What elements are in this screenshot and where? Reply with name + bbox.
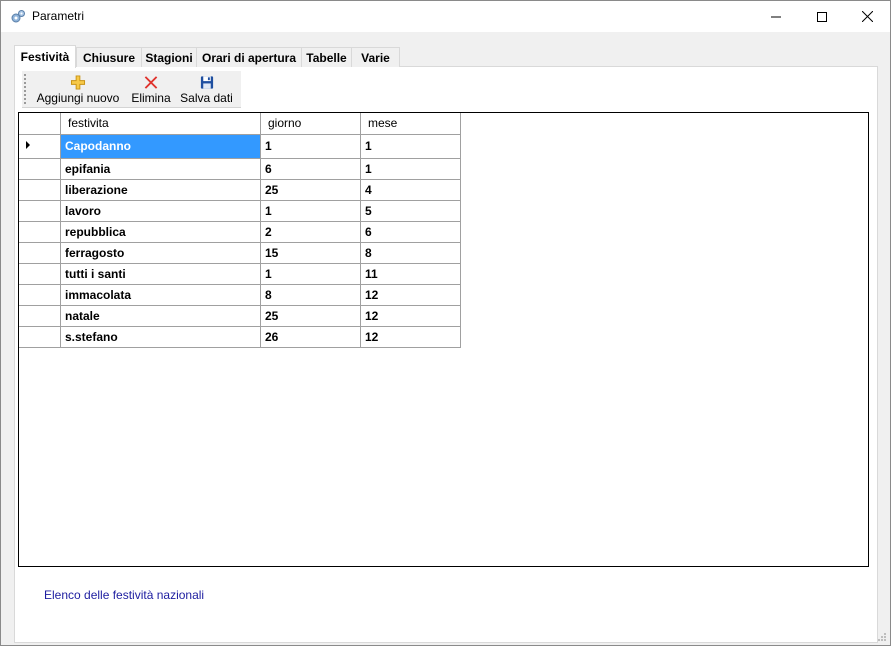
tab-orari-di-apertura[interactable]: Orari di apertura [196, 47, 302, 67]
tab-label: Tabelle [306, 50, 347, 65]
table-row[interactable]: Capodanno 1 1 [19, 133, 461, 159]
cell-mese[interactable]: 11 [360, 262, 461, 285]
table-row[interactable]: natale 25 12 [19, 304, 461, 327]
minimize-button[interactable] [753, 1, 799, 32]
table-row[interactable]: repubblica 2 6 [19, 220, 461, 243]
resize-grip-icon[interactable] [877, 632, 887, 642]
cell-mese[interactable]: 6 [360, 220, 461, 243]
tab-label: Chiusure [82, 50, 135, 65]
cell-giorno[interactable]: 2 [260, 220, 361, 243]
close-icon [861, 11, 873, 22]
cell-festivita[interactable]: tutti i santi [60, 262, 261, 285]
tab-varie[interactable]: Varie [351, 47, 400, 67]
table-row[interactable]: epifania 6 1 [19, 157, 461, 180]
close-button[interactable] [844, 1, 890, 32]
row-header[interactable] [19, 325, 61, 348]
cell-mese[interactable]: 1 [360, 157, 461, 180]
cell-festivita[interactable]: natale [60, 304, 261, 327]
tab-stagioni[interactable]: Stagioni [141, 47, 197, 67]
row-header[interactable] [19, 199, 61, 222]
row-header[interactable] [19, 133, 61, 159]
save-button[interactable]: Salva dati [180, 73, 233, 105]
tab-label: Orari di apertura [201, 50, 297, 65]
cell-mese[interactable]: 12 [360, 283, 461, 306]
cell-festivita[interactable]: Capodanno [60, 133, 261, 159]
tab-label: Festività [20, 50, 70, 64]
tab-label: Stagioni [145, 50, 193, 65]
gears-app-icon [11, 10, 25, 23]
cell-festivita[interactable]: lavoro [60, 199, 261, 222]
holidays-data-grid[interactable]: festivita giorno mese Capodanno 1 1 epifani… [18, 112, 869, 567]
column-header-festivita[interactable]: festivita [60, 113, 261, 135]
cell-festivita[interactable]: s.stefano [60, 325, 261, 348]
holidays-table: festivita giorno mese Capodanno 1 1 epifani… [19, 113, 461, 348]
current-row-arrow-icon [26, 140, 30, 149]
minimize-icon [771, 16, 781, 17]
add-new-label: Aggiungi nuovo [36, 91, 120, 105]
description-label: Elenco delle festività nazionali [44, 588, 205, 602]
row-header[interactable] [19, 157, 61, 180]
tab-label: Varie [361, 50, 390, 65]
cell-festivita[interactable]: ferragosto [60, 241, 261, 264]
row-header[interactable] [19, 220, 61, 243]
header-row: festivita giorno mese [19, 113, 461, 135]
table-row[interactable]: tutti i santi 1 11 [19, 262, 461, 285]
toolbar-grip[interactable] [24, 74, 26, 104]
cell-giorno[interactable]: 1 [260, 199, 361, 222]
cell-giorno[interactable]: 1 [260, 262, 361, 285]
table-row[interactable]: s.stefano 26 12 [19, 325, 461, 348]
cell-festivita[interactable]: liberazione [60, 178, 261, 201]
row-header[interactable] [19, 178, 61, 201]
table-row[interactable]: ferragosto 15 8 [19, 241, 461, 264]
tab-tabelle[interactable]: Tabelle [301, 47, 352, 67]
cell-giorno[interactable]: 26 [260, 325, 361, 348]
add-new-button[interactable]: Aggiungi nuovo [34, 73, 122, 105]
x-icon [144, 76, 158, 89]
column-header-mese[interactable]: mese [360, 113, 461, 135]
plus-icon [70, 75, 86, 90]
cell-giorno[interactable]: 8 [260, 283, 361, 306]
tab-chiusure[interactable]: Chiusure [76, 47, 142, 67]
row-header[interactable] [19, 304, 61, 327]
delete-button[interactable]: Elimina [129, 73, 173, 105]
cell-giorno[interactable]: 6 [260, 157, 361, 180]
window-title: Parametri [32, 9, 85, 23]
cell-giorno[interactable]: 25 [260, 304, 361, 327]
table-row[interactable]: liberazione 25 4 [19, 178, 461, 201]
parametri-window: Parametri Festività Chiusure Stagioni Or… [0, 0, 891, 646]
delete-label: Elimina [131, 91, 171, 105]
row-header-corner[interactable] [19, 113, 61, 135]
maximize-button[interactable] [799, 1, 845, 32]
cell-mese[interactable]: 4 [360, 178, 461, 201]
cell-giorno[interactable]: 1 [260, 133, 361, 159]
cell-festivita[interactable]: repubblica [60, 220, 261, 243]
column-header-giorno[interactable]: giorno [260, 113, 361, 135]
cell-mese[interactable]: 8 [360, 241, 461, 264]
cell-festivita[interactable]: immacolata [60, 283, 261, 306]
row-header[interactable] [19, 262, 61, 285]
cell-giorno[interactable]: 25 [260, 178, 361, 201]
floppy-disk-icon [200, 76, 213, 89]
cell-festivita[interactable]: epifania [60, 157, 261, 180]
cell-mese[interactable]: 12 [360, 304, 461, 327]
table-row[interactable]: immacolata 8 12 [19, 283, 461, 306]
cell-giorno[interactable]: 15 [260, 241, 361, 264]
maximize-icon [817, 11, 827, 22]
row-header[interactable] [19, 283, 61, 306]
tab-festivita[interactable]: Festività [14, 45, 76, 68]
toolbar: Aggiungi nuovo Elimina Salva dati [22, 71, 241, 108]
cell-mese[interactable]: 12 [360, 325, 461, 348]
cell-mese[interactable]: 1 [360, 133, 461, 159]
table-row[interactable]: lavoro 1 5 [19, 199, 461, 222]
cell-mese[interactable]: 5 [360, 199, 461, 222]
title-bar[interactable]: Parametri [1, 1, 890, 32]
save-label: Salva dati [180, 91, 233, 105]
row-header[interactable] [19, 241, 61, 264]
